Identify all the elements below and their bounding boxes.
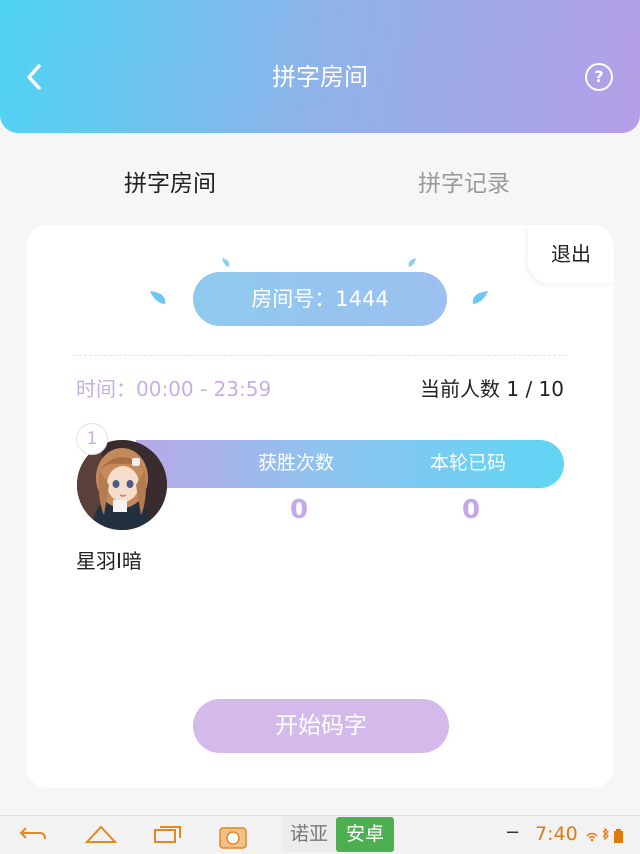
brand-nokia: 诺亚 [282, 816, 337, 852]
player-name: 星羽I暗 [76, 549, 142, 573]
tab-records[interactable]: 拼字记录 [418, 166, 510, 202]
brand-label: 诺亚 安卓 [282, 816, 395, 852]
status-clock: 7:40 [535, 823, 578, 845]
page-title: 拼字房间 [272, 63, 368, 91]
tab-bar: 拼字房间 拼字记录 [0, 166, 640, 206]
wifi-bluetooth-battery-icon [585, 827, 631, 848]
typed-value: 0 [462, 495, 481, 525]
droplet-icon [150, 291, 166, 304]
player-row: 获胜次数 本轮已码 0 0 1 星羽I暗 [76, 423, 566, 587]
wins-value: 0 [290, 495, 309, 525]
divider [74, 355, 566, 356]
typed-label: 本轮已码 [430, 452, 507, 474]
droplet-icon [408, 258, 416, 267]
camera-icon[interactable] [216, 822, 250, 850]
home-nav-icon[interactable] [84, 822, 118, 846]
start-typing-button[interactable]: 开始码字 [193, 699, 449, 753]
score-header-bar: 获胜次数 本轮已码 [136, 440, 564, 488]
current-player-count: 当前人数 1 / 10 [420, 377, 564, 401]
app-header: 拼字房间 ? [0, 0, 640, 133]
back-nav-icon[interactable] [18, 822, 48, 846]
status-dash: − [505, 822, 521, 843]
exit-button[interactable]: 退出 [528, 225, 614, 283]
tab-room[interactable]: 拼字房间 [124, 166, 216, 202]
room-card: 退出 房间号：1444 时间：00:00 - 23:59 当前人数 1 / 10… [26, 225, 614, 788]
wins-label: 获胜次数 [258, 452, 335, 474]
room-time: 时间：00:00 - 23:59 [76, 377, 272, 401]
brand-android: 安卓 [336, 817, 395, 852]
system-navigation-bar: 诺亚 安卓 − 7:40 [0, 815, 640, 854]
recent-apps-icon[interactable] [152, 822, 184, 846]
droplet-icon [222, 258, 230, 267]
player-rank-badge: 1 [76, 423, 108, 455]
droplet-icon [472, 291, 488, 304]
question-circle-icon[interactable]: ? [585, 63, 613, 91]
room-number-badge: 房间号：1444 [193, 272, 447, 326]
